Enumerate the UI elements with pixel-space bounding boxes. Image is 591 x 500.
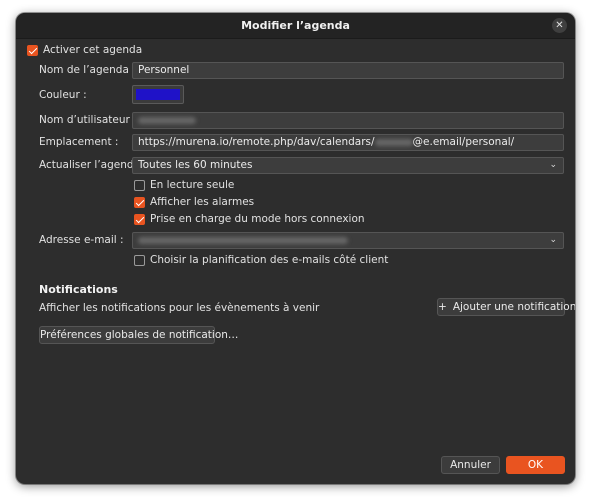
notifications-heading: Notifications xyxy=(39,283,118,296)
client-scheduling-checkbox[interactable] xyxy=(134,255,145,266)
location-suffix: @e.email/personal/ xyxy=(412,136,515,148)
global-notification-preferences-button[interactable]: Préférences globales de notification… xyxy=(39,326,238,344)
offline-support-checkbox[interactable] xyxy=(134,214,145,225)
readonly-checkbox[interactable] xyxy=(134,180,145,191)
global-prefs-label: Préférences globales de notification… xyxy=(40,329,239,341)
calendar-dialog: Modifier l’agenda ✕ Activer cet agenda N… xyxy=(16,13,575,484)
color-swatch xyxy=(136,89,180,100)
calendar-name-label: Nom de l’agenda : xyxy=(39,64,136,76)
calendar-name-input[interactable]: Personnel xyxy=(132,62,564,79)
ok-button[interactable]: OK xyxy=(506,456,565,474)
offline-support-label[interactable]: Prise en charge du mode hors connexion xyxy=(150,213,365,225)
location-prefix: https://murena.io/remote.php/dav/calenda… xyxy=(138,136,375,148)
plus-icon: + xyxy=(438,301,447,313)
close-icon: ✕ xyxy=(555,20,564,31)
username-input[interactable] xyxy=(132,112,564,129)
location-redacted xyxy=(374,138,413,146)
refresh-select[interactable]: Toutes les 60 minutes ⌄ xyxy=(132,157,564,174)
email-select[interactable]: ⌄ xyxy=(132,232,564,249)
username-redacted xyxy=(138,116,196,124)
calendar-name-value: Personnel xyxy=(138,64,190,76)
cancel-button[interactable]: Annuler xyxy=(441,456,500,474)
add-notification-button[interactable]: + Ajouter une notification xyxy=(437,298,575,316)
add-notification-label: Ajouter une notification xyxy=(452,301,575,313)
location-label: Emplacement : xyxy=(39,136,119,148)
username-label: Nom d’utilisateur : xyxy=(39,114,137,126)
notifications-description: Afficher les notifications pour les évèn… xyxy=(39,302,320,314)
refresh-label: Actualiser l’agenda : xyxy=(39,159,147,171)
color-picker-button[interactable] xyxy=(132,85,184,104)
close-button[interactable]: ✕ xyxy=(552,18,567,33)
ok-label: OK xyxy=(527,459,544,471)
color-label: Couleur : xyxy=(39,89,87,101)
enable-calendar-checkbox[interactable] xyxy=(27,45,38,56)
cancel-label: Annuler xyxy=(450,459,491,471)
enable-calendar-label[interactable]: Activer cet agenda xyxy=(43,44,142,56)
client-scheduling-label[interactable]: Choisir la planification des e-mails côt… xyxy=(150,254,388,266)
refresh-value: Toutes les 60 minutes xyxy=(138,159,253,171)
show-alarms-checkbox[interactable] xyxy=(134,197,145,208)
title-bar: Modifier l’agenda ✕ xyxy=(16,13,575,39)
email-redacted xyxy=(138,236,348,244)
chevron-down-icon: ⌄ xyxy=(549,235,557,245)
readonly-label[interactable]: En lecture seule xyxy=(150,179,234,191)
chevron-down-icon: ⌄ xyxy=(549,160,557,170)
show-alarms-label[interactable]: Afficher les alarmes xyxy=(150,196,254,208)
dialog-title: Modifier l’agenda xyxy=(241,19,350,32)
location-input[interactable]: https://murena.io/remote.php/dav/calenda… xyxy=(132,134,564,151)
email-label: Adresse e-mail : xyxy=(39,234,124,246)
